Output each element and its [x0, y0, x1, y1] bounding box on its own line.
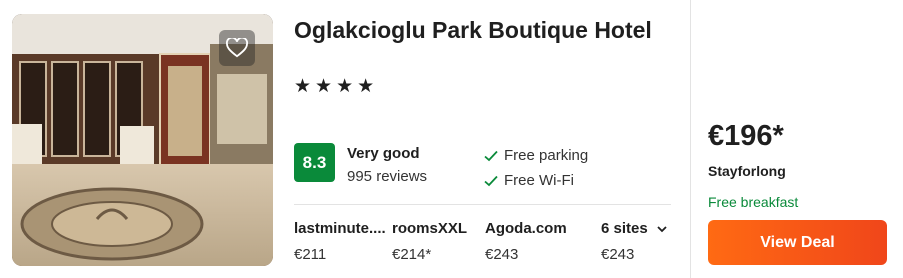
amenity-label: Free parking: [504, 147, 589, 164]
section-divider: [294, 204, 671, 205]
deal-price: €196*: [708, 120, 784, 152]
rating-label: Very good: [347, 145, 420, 162]
chevron-down-icon: [657, 225, 667, 232]
site-price: €243: [601, 246, 635, 263]
site-offer-agoda[interactable]: Agoda.com €243: [485, 220, 567, 263]
hotel-name[interactable]: Oglakcioglu Park Boutique Hotel: [294, 16, 674, 45]
rating-score-badge: 8.3: [294, 143, 335, 182]
more-sites-dropdown[interactable]: 6 sites €243: [601, 220, 667, 263]
site-offer-lastminute[interactable]: lastminute.... €211: [294, 220, 386, 263]
amenity-label: Free Wi-Fi: [504, 172, 574, 189]
hotel-result-card: Oglakcioglu Park Boutique Hotel ★★★★ 8.3…: [0, 0, 903, 278]
site-offer-roomsxxl[interactable]: roomsXXL €214*: [392, 220, 467, 263]
deal-provider: Stayforlong: [708, 163, 786, 179]
view-deal-button[interactable]: View Deal: [708, 220, 887, 265]
amenity-free-wifi: Free Wi-Fi: [484, 172, 574, 189]
site-name: Agoda.com: [485, 220, 567, 237]
check-icon: [484, 150, 498, 161]
review-count[interactable]: 995 reviews: [347, 168, 427, 185]
check-icon: [484, 175, 498, 186]
deal-perk: Free breakfast: [708, 194, 799, 210]
heart-outline-icon: [226, 38, 248, 58]
amenity-free-parking: Free parking: [484, 147, 588, 164]
site-price: €214*: [392, 246, 432, 263]
site-price: €243: [485, 246, 519, 263]
more-sites-label: 6 sites: [601, 220, 648, 237]
star-rating: ★★★★: [294, 76, 379, 97]
site-price: €211: [294, 246, 327, 263]
site-name: lastminute....: [294, 220, 386, 237]
panel-divider: [690, 0, 691, 278]
site-name: roomsXXL: [392, 220, 468, 237]
favorite-button[interactable]: [219, 30, 255, 66]
